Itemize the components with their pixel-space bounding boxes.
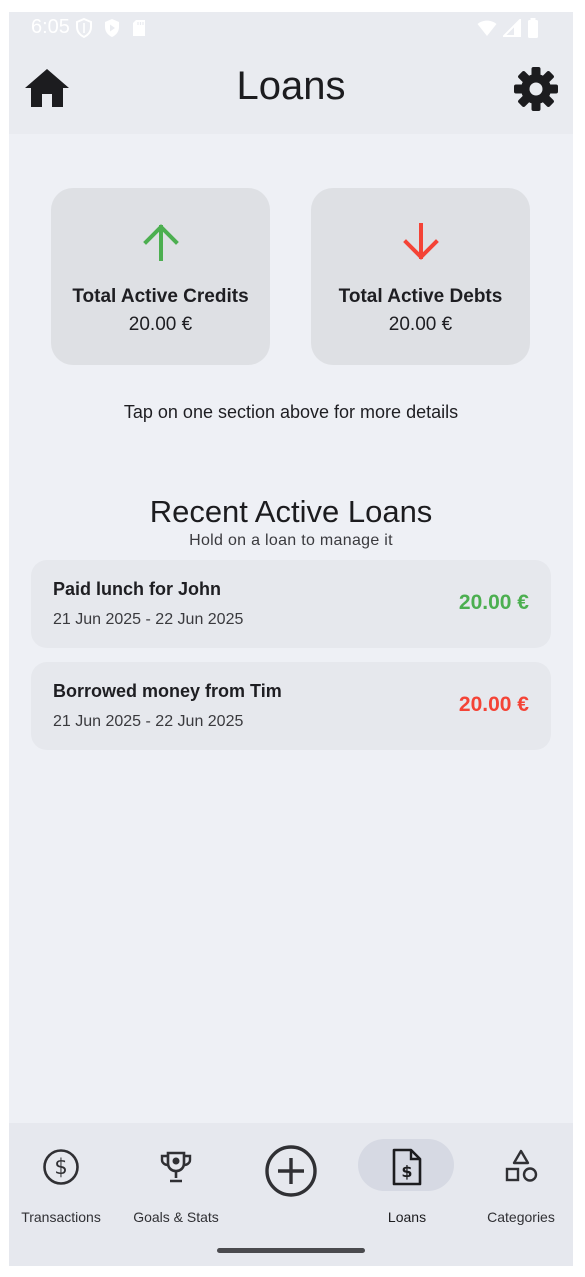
battery-icon [527,18,539,43]
svg-text:$: $ [54,1155,67,1179]
nav-item-transactions[interactable]: $ Transactions [9,1137,117,1227]
nav-label: Goals & Stats [133,1209,219,1225]
loan-item[interactable]: Borrowed money from Tim 21 Jun 2025 - 22… [31,662,551,750]
loan-dates: 21 Jun 2025 - 22 Jun 2025 [53,611,244,628]
svg-text:$: $ [401,1162,412,1181]
status-time: 6:05 [31,16,70,38]
add-circle-icon [264,1144,318,1203]
gear-icon [513,66,559,117]
nav-label: Loans [387,1209,427,1225]
trophy-icon [158,1149,194,1190]
play-protect-icon [103,18,121,43]
settings-button[interactable] [511,66,561,116]
nav-label: Transactions [21,1209,101,1225]
total-active-debts-card[interactable]: Total Active Debts 20.00 € [311,188,530,365]
nav-label: Categories [487,1209,555,1225]
bottom-navigation: $ Transactions Goals & Stats $ Loans Cat… [9,1123,573,1266]
credits-label: Total Active Credits [72,286,249,307]
arrow-down-icon [401,222,441,267]
status-system-icons [477,17,539,43]
recent-loans-subtitle: Hold on a loan to manage it [189,532,393,549]
sd-card-icon [131,19,147,42]
wifi-icon [477,19,497,42]
status-notification-icons [75,17,147,43]
credits-value: 20.00 € [128,314,193,335]
arrow-up-icon [141,222,181,267]
dollar-document-icon: $ [391,1148,423,1191]
nav-item-goals-stats[interactable]: Goals & Stats [120,1137,232,1227]
loan-item[interactable]: Paid lunch for John 21 Jun 2025 - 22 Jun… [31,560,551,648]
loan-amount-debt: 20.00 € [458,693,529,716]
loan-title: Paid lunch for John [53,579,222,599]
loan-dates: 21 Jun 2025 - 22 Jun 2025 [53,713,244,730]
top-app-bar: Loans [9,46,573,134]
cellular-signal-icon [501,17,521,42]
details-hint: Tap on one section above for more detail… [123,402,459,422]
recent-loans-title: Recent Active Loans [149,494,433,529]
status-bar: 6:05 [9,12,573,46]
nav-item-loans[interactable]: $ Loans [351,1137,463,1227]
page-title: Loans [236,64,346,108]
gesture-navigation-bar[interactable] [217,1248,365,1253]
shield-icon [75,17,93,43]
nav-item-categories[interactable]: Categories [465,1137,573,1227]
debts-value: 20.00 € [388,314,453,335]
dollar-circle-icon: $ [42,1148,80,1191]
app-screen: 6:05 Loans Total Active Credits 20.00 € … [9,12,573,1266]
add-loan-button[interactable] [235,1137,347,1227]
loan-amount-credit: 20.00 € [458,591,529,614]
total-active-credits-card[interactable]: Total Active Credits 20.00 € [51,188,270,365]
shapes-icon [503,1149,539,1190]
debts-label: Total Active Debts [338,286,503,307]
loan-title: Borrowed money from Tim [53,681,282,701]
